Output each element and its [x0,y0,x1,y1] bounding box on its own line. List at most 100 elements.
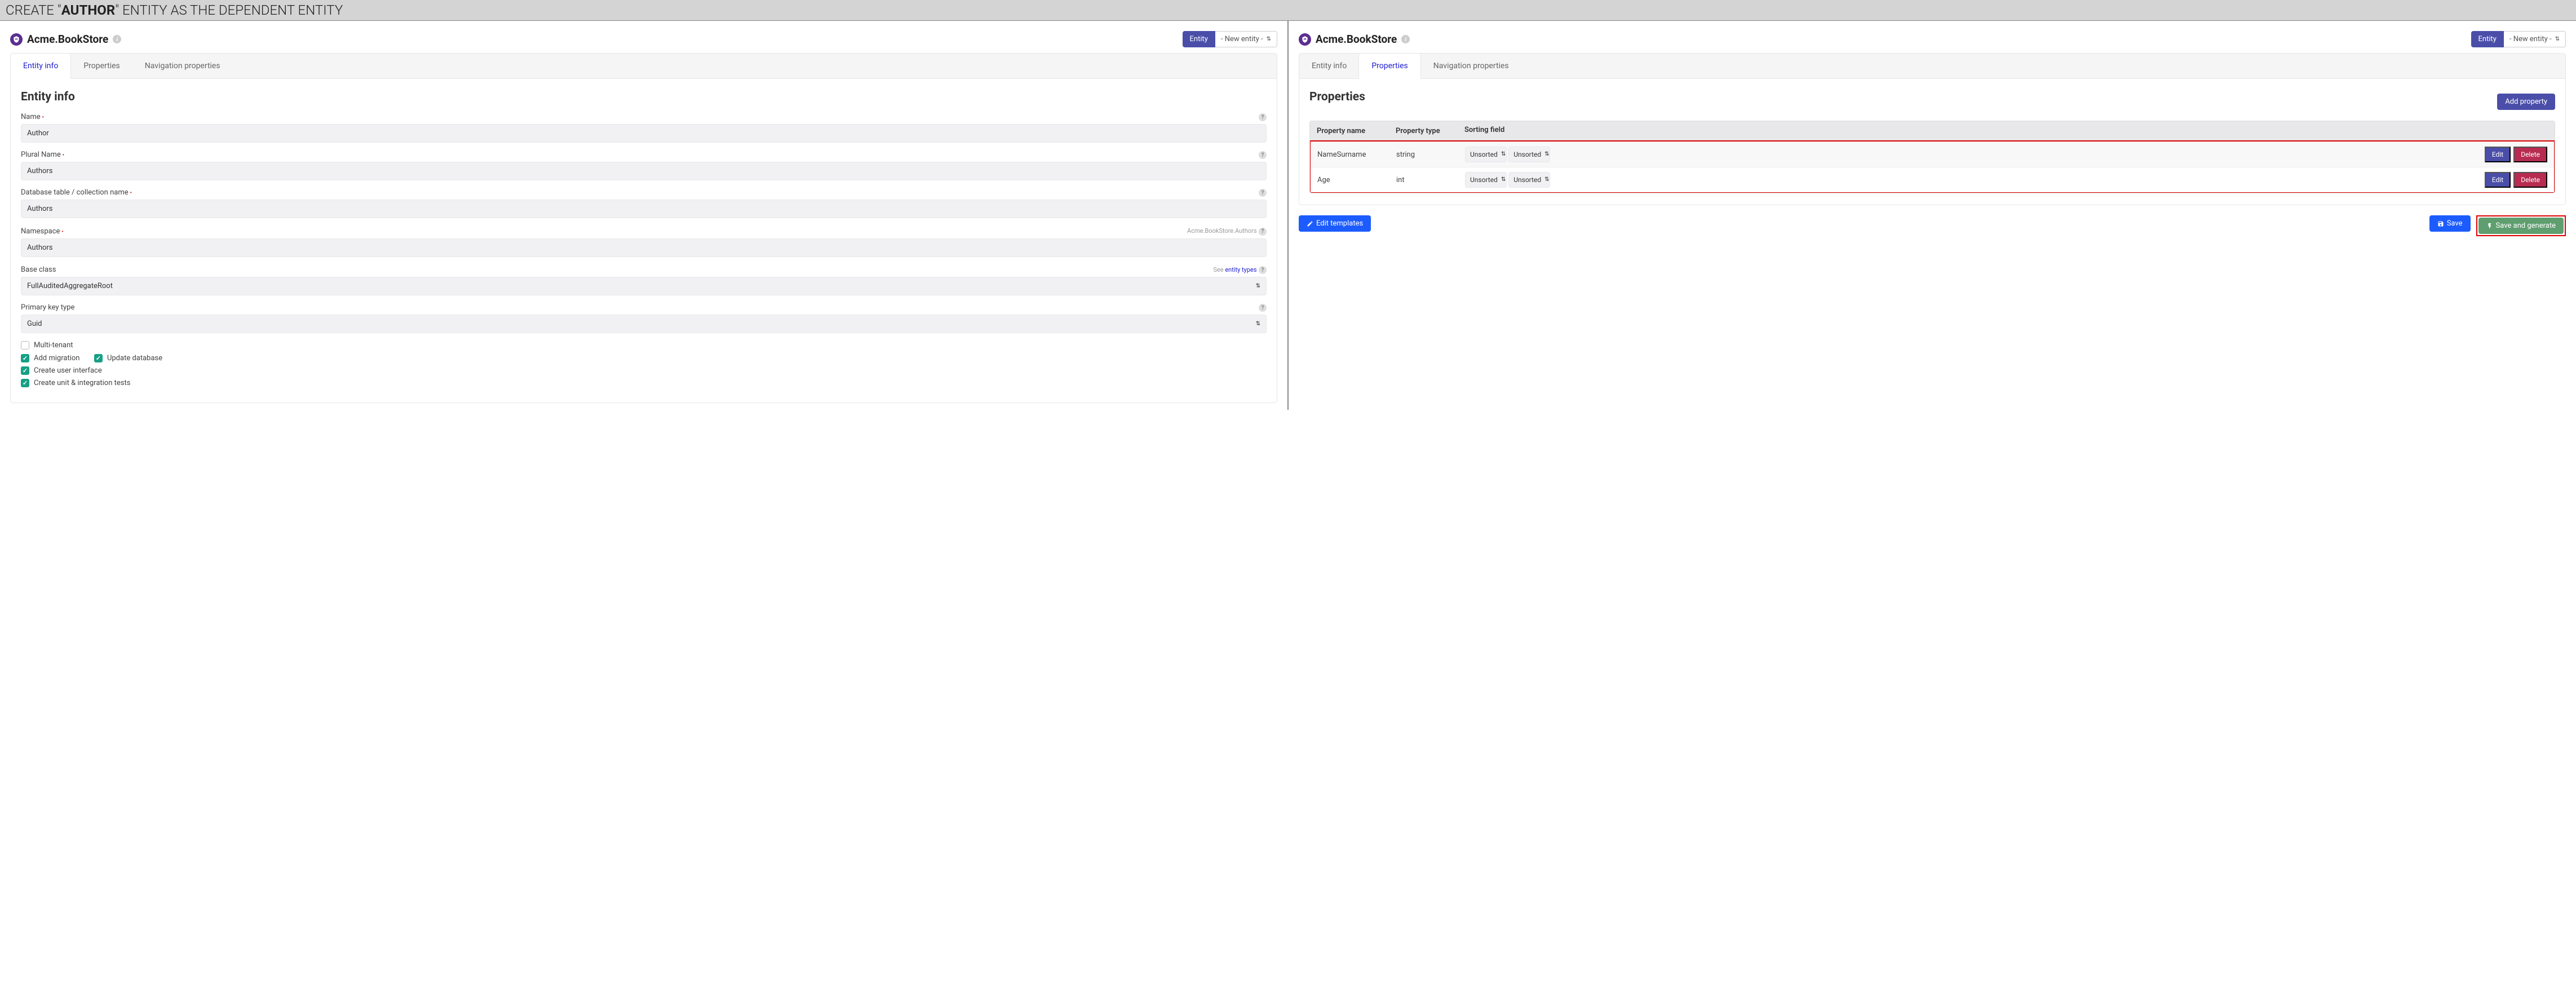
project-name: Acme.BookStore [27,33,108,46]
title-bar: CREATE "AUTHOR" ENTITY AS THE DEPENDENT … [0,0,2576,21]
base-hint: See entity types [1213,266,1256,273]
table-row: Age int Unsorted⇅ Unsorted⇅ EditDelete [1311,167,2554,192]
sort-select[interactable]: Unsorted⇅ [1465,147,1507,162]
help-icon[interactable]: ? [1259,151,1267,159]
tab-nav-props[interactable]: Navigation properties [1421,54,1521,78]
add-property-button[interactable]: Add property [2497,94,2555,110]
ui-checkbox[interactable] [21,366,29,375]
tab-label: Properties [83,61,119,70]
updatedb-label: Update database [107,354,162,362]
app-logo-icon [1299,33,1311,46]
tab-entity-info[interactable]: Entity info [10,53,71,79]
entity-types-link[interactable]: entity types [1225,266,1256,273]
tab-label: Entity info [23,61,58,70]
ns-label: Namespace• [21,227,64,236]
info-icon[interactable]: i [113,35,121,43]
edit-button[interactable]: Edit [2485,172,2511,188]
th-name: Property name [1310,121,1389,141]
tab-label: Navigation properties [1433,61,1509,70]
tab-entity-info[interactable]: Entity info [1299,54,1359,78]
tests-checkbox[interactable] [21,379,29,387]
plural-input[interactable] [21,162,1267,180]
save-generate-button[interactable]: Save and generate [2478,218,2564,234]
edit-templates-label: Edit templates [1316,219,1363,228]
tab-label: Entity info [1312,61,1347,70]
section-title: Entity info [21,90,1267,104]
properties-table: Property name Property type Sorting fiel… [1309,121,2555,193]
dbtable-label: Database table / collection name• [21,188,132,197]
sort-select[interactable]: Unsorted⇅ [1465,172,1507,188]
ns-input[interactable] [21,238,1267,257]
plural-label: Plural Name• [21,151,64,159]
save-label: Save [2447,219,2463,228]
help-icon[interactable]: ? [1259,189,1267,197]
edit-templates-button[interactable]: Edit templates [1299,215,1371,232]
section-title: Properties [1309,90,1365,104]
table-header: Property name Property type Sorting fiel… [1310,121,2555,141]
info-icon[interactable]: i [1401,35,1410,43]
title-pre: CREATE " [6,2,61,18]
caret-icon: ⇅ [2555,37,2560,42]
base-label: Base class [21,266,56,274]
tab-label: Navigation properties [145,61,220,70]
dbtable-input[interactable] [21,200,1267,218]
save-icon [2437,220,2444,227]
caret-icon: ⇅ [1267,37,1271,42]
save-generate-highlight: Save and generate [2476,215,2566,236]
delete-button[interactable]: Delete [2513,147,2547,162]
panel-left: Acme.BookStore i Entity - New entity -⇅ … [0,21,1289,410]
entity-select-label: - New entity - [1221,35,1263,43]
cell-type: int [1389,170,1463,190]
tabs-right: Entity info Properties Navigation proper… [1299,53,2566,79]
entity-select[interactable]: - New entity -⇅ [2504,31,2566,47]
title-bold: AUTHOR [61,2,115,18]
edit-button[interactable]: Edit [2485,147,2511,162]
help-icon[interactable]: ? [1259,228,1267,236]
help-icon[interactable]: ? [1259,304,1267,312]
pk-label: Primary key type [21,303,74,312]
sort-select[interactable]: Unsorted⇅ [1508,172,1550,188]
migration-checkbox[interactable] [21,354,29,362]
name-input[interactable] [21,124,1267,143]
panel-right: Acme.BookStore i Entity - New entity -⇅ … [1289,21,2576,410]
entity-button[interactable]: Entity [2471,31,2504,47]
app-logo-icon [10,33,23,46]
entity-select[interactable]: - New entity - ⇅ [1215,31,1277,47]
sort-select[interactable]: Unsorted⇅ [1508,147,1550,162]
caret-icon: ⇅ [1256,284,1260,289]
multitenant-label: Multi-tenant [34,341,73,349]
help-icon[interactable]: ? [1259,266,1267,274]
project-name: Acme.BookStore [1316,33,1397,46]
entity-info-card: Entity info Name•? Plural Name•? Databas… [10,79,1277,403]
properties-card: Properties Add property Property name Pr… [1299,79,2566,205]
th-type: Property type [1389,121,1462,141]
name-label: Name• [21,113,44,121]
multitenant-checkbox[interactable] [21,341,29,349]
base-select[interactable]: FullAuditedAggregateRoot ⇅ [21,277,1267,295]
tab-properties[interactable]: Properties [1358,53,1420,79]
ui-label: Create user interface [34,366,102,375]
title-post: " ENTITY AS THE DEPENDENT ENTITY [115,2,343,18]
pk-select-value: Guid [27,320,42,328]
help-icon[interactable]: ? [1259,113,1267,121]
base-select-value: FullAuditedAggregateRoot [27,282,113,290]
entity-button[interactable]: Entity [1183,31,1215,47]
th-sort: Sorting field [1462,121,1552,141]
ns-hint: Acme.BookStore.Authors [1187,227,1256,235]
table-row: NameSurname string Unsorted⇅ Unsorted⇅ E… [1311,141,2554,167]
delete-button[interactable]: Delete [2513,172,2547,188]
save-generate-label: Save and generate [2496,222,2556,230]
pk-select[interactable]: Guid⇅ [21,315,1267,333]
tab-nav-props[interactable]: Navigation properties [132,54,233,78]
save-button[interactable]: Save [2429,215,2471,232]
cell-name: Age [1311,170,1389,190]
tab-label: Properties [1371,61,1407,70]
entity-select-label: - New entity - [2509,35,2552,43]
tests-label: Create unit & integration tests [34,379,130,387]
cell-type: string [1389,145,1463,165]
updatedb-checkbox[interactable] [94,354,103,362]
migration-label: Add migration [34,354,79,362]
tab-properties[interactable]: Properties [71,54,132,78]
pencil-icon [1307,220,1313,227]
tabs-left: Entity info Properties Navigation proper… [10,53,1277,79]
